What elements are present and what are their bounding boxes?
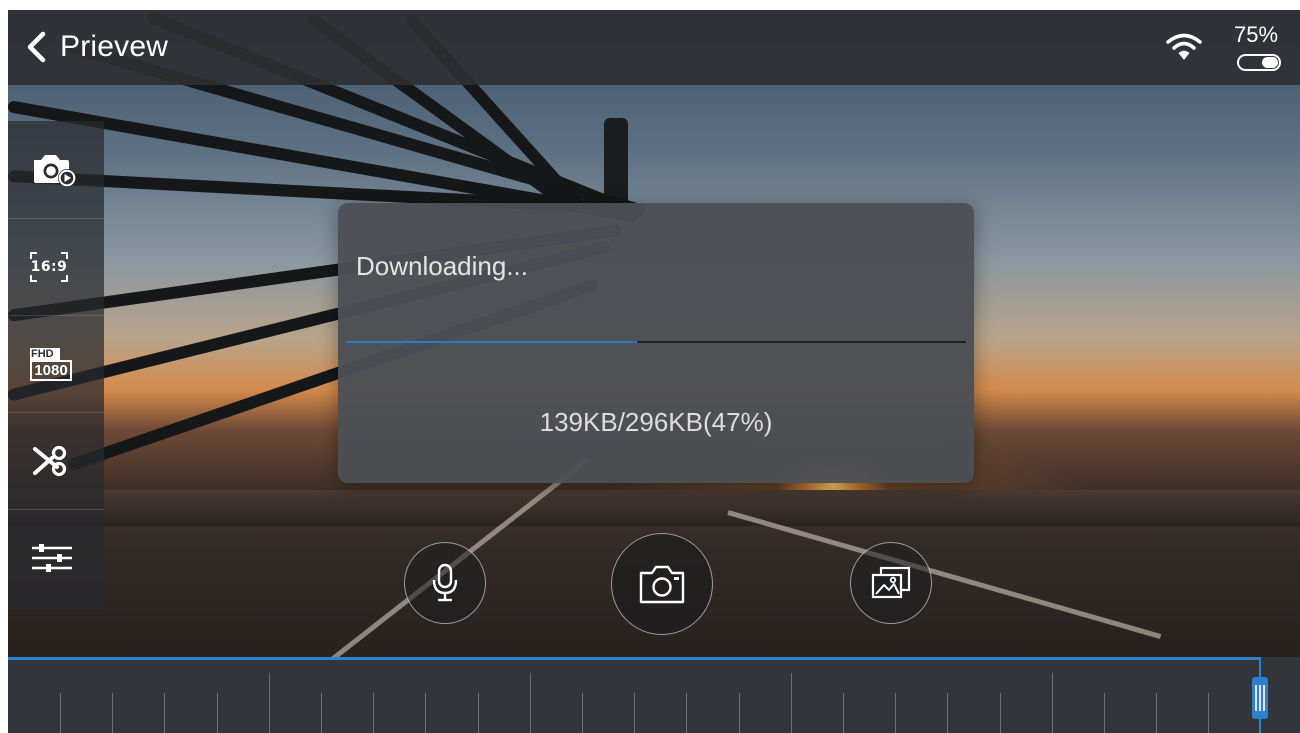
download-progress-bar <box>346 341 966 343</box>
timeline-tick <box>268 673 270 733</box>
timeline-tick <box>1051 673 1053 733</box>
resolution-label-top: FHD <box>30 347 60 360</box>
timeline-tick <box>738 693 740 733</box>
timeline-tick <box>60 693 61 733</box>
chevron-left-icon <box>27 31 46 63</box>
top-bar: Prievew 75% <box>8 10 1300 85</box>
sliders-icon <box>32 544 72 572</box>
scissors-icon <box>33 445 67 477</box>
wifi-icon <box>1166 33 1202 60</box>
timeline-tick <box>999 693 1001 733</box>
timeline-tick <box>790 673 792 733</box>
timeline-tick <box>1104 693 1105 733</box>
timeline-tick <box>1156 693 1158 733</box>
sidebar-item-settings[interactable] <box>8 509 104 606</box>
timeline-tick <box>686 693 688 733</box>
page-title: Prievew <box>60 30 169 63</box>
battery-icon <box>1237 54 1281 71</box>
timeline-tick <box>112 693 114 733</box>
timeline-progress-bar <box>8 657 1260 660</box>
timeline-tick <box>164 693 166 733</box>
download-status: 139KB/296KB(47%) <box>539 407 773 437</box>
timeline-scrub-handle[interactable] <box>1252 677 1268 719</box>
download-progress-fill <box>346 341 638 343</box>
timeline-tick <box>216 693 218 733</box>
microphone-icon <box>432 563 458 602</box>
aspect-ratio-label: 16:9 <box>30 259 68 275</box>
battery-level <box>1262 57 1278 68</box>
timeline-tick <box>321 693 322 733</box>
battery-percent: 75% <box>1234 22 1279 47</box>
timeline-tick <box>529 673 531 733</box>
fhd-icon: FHD 1080 <box>30 347 72 381</box>
camera-play-icon <box>34 154 76 187</box>
timeline-tick <box>895 693 897 733</box>
timeline-tick <box>634 693 636 733</box>
download-dialog: Downloading... 139KB/296KB(47%) <box>338 203 974 483</box>
aspect-ratio-icon: 16:9 <box>30 252 68 282</box>
timeline-tick <box>425 693 427 733</box>
timeline-tick <box>947 693 949 733</box>
timeline-tick <box>477 693 479 733</box>
sidebar-item-camera-play[interactable] <box>8 121 104 218</box>
gallery-icon <box>871 566 911 599</box>
timeline-tick <box>843 693 844 733</box>
sidebar-item-resolution[interactable]: FHD 1080 <box>8 315 104 412</box>
video-timeline[interactable] <box>8 657 1300 733</box>
dialog-title: Downloading... <box>356 251 528 281</box>
microphone-button[interactable] <box>404 542 486 624</box>
camera-preview-screen: Prievew 75% 16:9 FHD 1080 Downloading...… <box>8 10 1300 733</box>
camera-icon <box>639 565 685 604</box>
timeline-tick <box>373 693 375 733</box>
left-toolbar: 16:9 FHD 1080 <box>8 121 104 609</box>
resolution-label-bottom: 1080 <box>30 359 72 381</box>
snapshot-button[interactable] <box>611 533 713 635</box>
sidebar-item-aspect-ratio[interactable]: 16:9 <box>8 218 104 315</box>
timeline-tick <box>582 693 583 733</box>
sidebar-item-clip[interactable] <box>8 412 104 509</box>
gallery-button[interactable] <box>850 542 932 624</box>
timeline-tick <box>1208 693 1210 733</box>
back-button[interactable]: Prievew <box>24 24 168 70</box>
